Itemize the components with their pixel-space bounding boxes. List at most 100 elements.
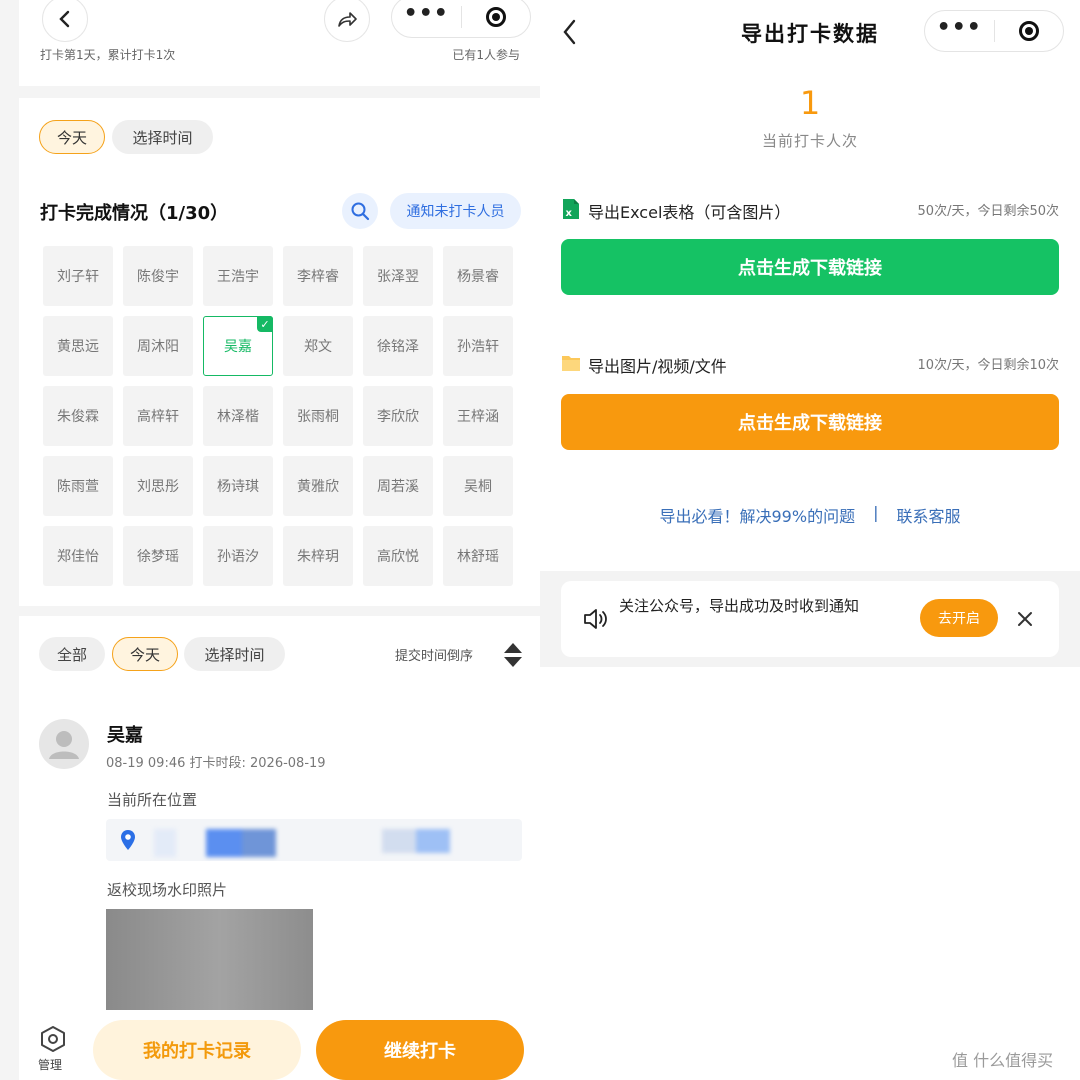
excel-generate-link-button[interactable]: 点击生成下载链接 xyxy=(561,239,1059,295)
name-cell-label: 吴桐 xyxy=(464,479,492,495)
name-cell[interactable]: 孙浩轩 xyxy=(443,316,513,376)
name-cell-label: 徐铭泽 xyxy=(377,339,419,355)
name-cell[interactable]: 郑文 xyxy=(283,316,353,376)
name-cell-label: 周沐阳 xyxy=(137,339,179,355)
name-cell[interactable]: 黄思远 xyxy=(43,316,113,376)
name-cell-label: 张雨桐 xyxy=(297,409,339,425)
name-cell[interactable]: 林舒瑶 xyxy=(443,526,513,586)
name-cell[interactable]: 李欣欣 xyxy=(363,386,433,446)
media-generate-link-button[interactable]: 点击生成下载链接 xyxy=(561,394,1059,450)
name-cell-label: 黄思远 xyxy=(57,339,99,355)
name-cell-label: 张泽翌 xyxy=(377,269,419,285)
avatar[interactable] xyxy=(39,719,89,769)
name-cell-label: 杨景睿 xyxy=(457,269,499,285)
name-cell[interactable]: 吴嘉 ✓ xyxy=(203,316,273,376)
check-icon: ✓ xyxy=(257,316,273,332)
svg-text:x: x xyxy=(566,208,573,219)
location-field[interactable] xyxy=(106,819,522,861)
name-cell[interactable]: 林泽楷 xyxy=(203,386,273,446)
name-cell[interactable]: 朱梓玥 xyxy=(283,526,353,586)
name-cell-label: 李梓睿 xyxy=(297,269,339,285)
help-links: 导出必看！解决99%的问题 | 联系客服 xyxy=(540,503,1080,527)
manage-label[interactable]: 管理 xyxy=(38,1056,62,1073)
export-help-link[interactable]: 导出必看！解决99%的问题 xyxy=(660,503,856,527)
close-icon[interactable] xyxy=(1017,611,1033,627)
close-miniapp-button-right[interactable] xyxy=(995,11,1064,51)
name-cell-label: 王梓涵 xyxy=(457,409,499,425)
name-cell-label: 周若溪 xyxy=(377,479,419,495)
name-cell[interactable]: 高梓轩 xyxy=(123,386,193,446)
name-cell[interactable]: 王梓涵 xyxy=(443,386,513,446)
record-tab-select-time[interactable]: 选择时间 xyxy=(184,637,285,671)
name-cell[interactable]: 徐铭泽 xyxy=(363,316,433,376)
checkin-detail-panel: ••• 打卡第1天，累计打卡1次 已有1人参与 今天 选择时间 打卡完成情况（1… xyxy=(0,0,540,1080)
name-cell[interactable]: 张雨桐 xyxy=(283,386,353,446)
location-label: 当前所在位置 xyxy=(107,791,198,809)
folder-icon xyxy=(562,356,580,371)
photo-label: 返校现场水印照片 xyxy=(107,881,228,899)
name-cell-label: 朱梓玥 xyxy=(297,549,339,565)
more-button[interactable]: ••• xyxy=(392,0,461,37)
site-watermark: 值 什么值得买 xyxy=(952,1051,1054,1070)
sort-icon[interactable] xyxy=(503,641,523,669)
name-cell-label: 朱俊霖 xyxy=(57,409,99,425)
name-cell[interactable]: 刘思彤 xyxy=(123,456,193,516)
name-cell-label: 高梓轩 xyxy=(137,409,179,425)
speaker-icon xyxy=(584,609,607,629)
miniapp-capsule-right: ••• xyxy=(924,10,1064,52)
continue-checkin-button[interactable]: 继续打卡 xyxy=(316,1020,524,1080)
name-cell[interactable]: 徐梦瑶 xyxy=(123,526,193,586)
watermark-photo[interactable] xyxy=(106,909,313,1016)
search-icon xyxy=(351,202,370,221)
record-user-name: 吴嘉 xyxy=(107,725,143,746)
manage-icon[interactable] xyxy=(39,1025,67,1053)
name-cell-label: 黄雅欣 xyxy=(297,479,339,495)
name-cell[interactable]: 李梓睿 xyxy=(283,246,353,306)
name-cell[interactable]: 王浩宇 xyxy=(203,246,273,306)
follow-account-notice: 关注公众号，导出成功及时收到通知 去开启 xyxy=(561,581,1059,657)
contact-service-link[interactable]: 联系客服 xyxy=(896,503,960,527)
name-cell[interactable]: 朱俊霖 xyxy=(43,386,113,446)
excel-icon: x xyxy=(563,199,579,219)
name-cell[interactable]: 吴桐 xyxy=(443,456,513,516)
more-dots-icon: ••• xyxy=(403,1,449,26)
name-cell[interactable]: 刘子轩 xyxy=(43,246,113,306)
name-cell[interactable]: 张泽翌 xyxy=(363,246,433,306)
search-button[interactable] xyxy=(342,193,378,229)
enable-notice-button[interactable]: 去开启 xyxy=(920,599,998,637)
filter-select-time[interactable]: 选择时间 xyxy=(112,120,213,154)
name-cell-label: 徐梦瑶 xyxy=(137,549,179,565)
sort-label[interactable]: 提交时间倒序 xyxy=(395,645,473,664)
checkin-day-note: 打卡第1天，累计打卡1次 xyxy=(40,48,176,62)
media-export-label: 导出图片/视频/文件 xyxy=(588,357,727,376)
location-pin-icon xyxy=(121,830,135,850)
notify-unchecked-button[interactable]: 通知未打卡人员 xyxy=(390,193,521,229)
name-cell[interactable]: 郑佳怡 xyxy=(43,526,113,586)
name-cell[interactable]: 周沐阳 xyxy=(123,316,193,376)
excel-quota: 50次/天，今日剩余50次 xyxy=(917,204,1059,219)
close-miniapp-button[interactable] xyxy=(462,0,531,37)
name-cell[interactable]: 陈雨萱 xyxy=(43,456,113,516)
record-tab-all[interactable]: 全部 xyxy=(39,637,105,671)
name-cell-label: 高欣悦 xyxy=(377,549,419,565)
name-cell[interactable]: 孙语汐 xyxy=(203,526,273,586)
share-icon xyxy=(338,12,357,27)
link-separator: | xyxy=(873,503,879,522)
name-cell[interactable]: 陈俊宇 xyxy=(123,246,193,306)
name-cell[interactable]: 杨景睿 xyxy=(443,246,513,306)
name-cell[interactable]: 黄雅欣 xyxy=(283,456,353,516)
media-quota: 10次/天，今日剩余10次 xyxy=(917,358,1059,373)
checkin-count-label: 当前打卡人次 xyxy=(761,132,858,150)
name-cell-label: 孙语汐 xyxy=(217,549,259,565)
record-meta: 08-19 09:46 打卡时段: 2026-08-19 xyxy=(106,756,326,771)
name-cell-label: 孙浩轩 xyxy=(457,339,499,355)
name-cell[interactable]: 杨诗琪 xyxy=(203,456,273,516)
excel-export-label: 导出Excel表格（可含图片） xyxy=(588,203,791,222)
more-button-right[interactable]: ••• xyxy=(925,11,994,51)
name-cell[interactable]: 周若溪 xyxy=(363,456,433,516)
filter-today[interactable]: 今天 xyxy=(39,120,105,154)
my-records-button[interactable]: 我的打卡记录 xyxy=(93,1020,301,1080)
name-cell-label: 林泽楷 xyxy=(217,409,259,425)
record-tab-today[interactable]: 今天 xyxy=(112,637,178,671)
name-cell[interactable]: 高欣悦 xyxy=(363,526,433,586)
